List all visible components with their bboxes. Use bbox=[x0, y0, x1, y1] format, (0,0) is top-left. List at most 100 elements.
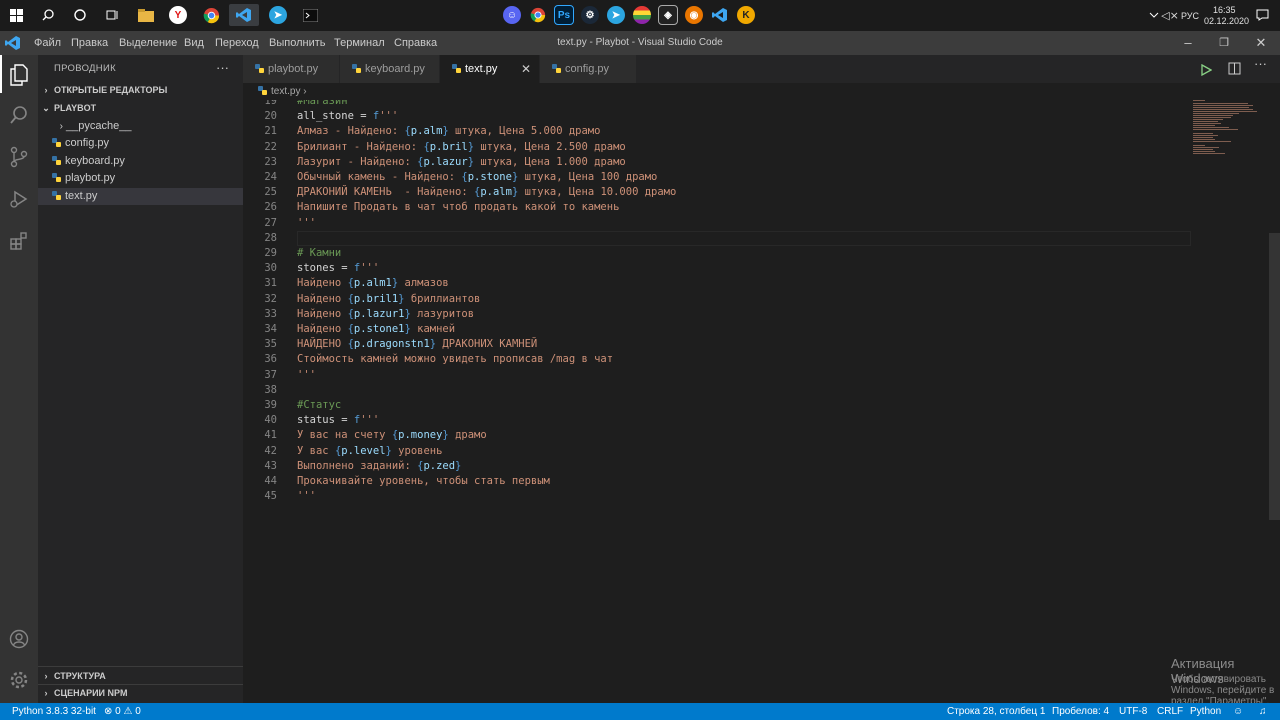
yandex-browser-icon[interactable]: Y bbox=[166, 4, 190, 26]
feedback-icon[interactable]: ☺ bbox=[1233, 703, 1243, 720]
python-interpreter[interactable]: Python 3.8.3 32-bit bbox=[12, 703, 96, 720]
menu-view[interactable]: Вид bbox=[179, 31, 209, 55]
menu-go[interactable]: Переход bbox=[210, 31, 264, 55]
search-icon[interactable] bbox=[36, 4, 60, 26]
menu-selection[interactable]: Выделение bbox=[114, 31, 182, 55]
tab-label: text.py bbox=[465, 63, 498, 75]
maximize-button[interactable]: ❐ bbox=[1207, 31, 1241, 55]
volume-icon[interactable]: ◁× bbox=[1158, 4, 1182, 26]
line-number: 38 bbox=[264, 383, 277, 396]
tree-file-text[interactable]: text.py bbox=[38, 188, 243, 205]
menu-file[interactable]: Файл bbox=[29, 31, 66, 55]
tree-folder-pycache[interactable]: › __pycache__ bbox=[38, 118, 243, 135]
vscode-taskbar-icon[interactable] bbox=[229, 4, 259, 26]
more-actions-icon[interactable]: ··· bbox=[216, 55, 229, 81]
line-number: 33 bbox=[264, 307, 277, 320]
code-text: Прокачивайте уровень, чтобы стать первым bbox=[297, 475, 550, 487]
vertical-scrollbar[interactable] bbox=[1269, 233, 1280, 520]
language-mode[interactable]: Python bbox=[1190, 703, 1221, 720]
telegram-tray-icon[interactable]: ➤ bbox=[604, 4, 628, 26]
task-view-icon[interactable] bbox=[100, 4, 124, 26]
tree-file-keyboard[interactable]: keyboard.py bbox=[38, 153, 243, 170]
clock-time[interactable]: 16:35 bbox=[1213, 5, 1236, 15]
code-text: ДРАКОНИЙ КАМЕНЬ - Найдено: {p.alm} штука… bbox=[297, 186, 677, 199]
code-text: У вас на счету {p.money} драмо bbox=[297, 429, 487, 442]
tab-label: playbot.py bbox=[268, 63, 319, 75]
close-window-button[interactable]: ✕ bbox=[1244, 31, 1278, 55]
warning-count: 0 bbox=[135, 706, 141, 717]
minimize-button[interactable]: – bbox=[1171, 31, 1205, 55]
tab-config[interactable]: config.py bbox=[540, 55, 637, 83]
file-explorer-icon[interactable] bbox=[134, 4, 158, 26]
code-text: Найдено {p.bril1} бриллиантов bbox=[297, 292, 481, 305]
menu-terminal[interactable]: Терминал bbox=[329, 31, 390, 55]
vscode-tray-icon[interactable] bbox=[708, 4, 732, 26]
breadcrumb-file[interactable]: text.py bbox=[271, 86, 300, 97]
activity-bar bbox=[0, 55, 38, 703]
menu-edit[interactable]: Правка bbox=[66, 31, 113, 55]
run-debug-icon[interactable] bbox=[0, 179, 38, 219]
terminal-icon[interactable] bbox=[298, 4, 322, 26]
more-actions-icon[interactable]: ··· bbox=[1254, 56, 1267, 71]
clock-date[interactable]: 02.12.2020 bbox=[1204, 16, 1249, 26]
open-editors-section[interactable]: › ОТКРЫТЫЕ РЕДАКТОРЫ bbox=[38, 82, 243, 99]
photoshop-icon[interactable]: Ps bbox=[552, 4, 576, 26]
tab-text[interactable]: text.py ✕ bbox=[440, 55, 540, 83]
unity-icon[interactable]: ◈ bbox=[656, 4, 680, 26]
code-text: Алмаз - Найдено: {p.alm} штука, Цена 5.0… bbox=[297, 125, 601, 138]
steam-icon[interactable]: ⚙ bbox=[578, 4, 602, 26]
line-endings[interactable]: CRLF bbox=[1157, 703, 1183, 720]
colorful-app-icon[interactable] bbox=[630, 4, 654, 26]
menu-help[interactable]: Справка bbox=[389, 31, 442, 55]
chrome-tray-icon[interactable] bbox=[526, 4, 550, 26]
outline-section[interactable]: › СТРУКТУРА bbox=[38, 668, 243, 685]
line-number: 23 bbox=[264, 155, 277, 168]
close-tab-icon[interactable]: ✕ bbox=[521, 55, 531, 83]
code-editor[interactable]: 19 #Магазин 20 all_stone = f''' 21 Алмаз - На… bbox=[243, 100, 1280, 703]
tree-item-label: keyboard.py bbox=[65, 155, 125, 167]
npm-scripts-section[interactable]: › СЦЕНАРИИ NPM bbox=[38, 685, 243, 702]
warning-icon: ⚠ bbox=[120, 706, 136, 717]
tab-keyboard[interactable]: keyboard.py bbox=[340, 55, 440, 83]
code-text: НАЙДЕНО {p.dragonstn1} ДРАКОНИХ КАМНЕЙ bbox=[297, 338, 538, 351]
breadcrumb: text.py › bbox=[243, 83, 1280, 100]
project-section[interactable]: ⌄ PLAYBOT bbox=[38, 100, 243, 117]
editor-tabs: playbot.py keyboard.py text.py ✕ config.p… bbox=[243, 55, 1280, 83]
line-number: 43 bbox=[264, 459, 277, 472]
python-file-icon bbox=[52, 173, 61, 182]
code-text: # Камни bbox=[297, 247, 342, 259]
counter-strike-icon[interactable]: K bbox=[734, 4, 758, 26]
tree-item-label: config.py bbox=[65, 137, 110, 149]
line-number: 20 bbox=[264, 110, 277, 123]
menu-run[interactable]: Выполнить bbox=[264, 31, 330, 55]
problems-indicator[interactable]: ⊗ 0 ⚠ 0 bbox=[104, 703, 141, 720]
source-control-icon[interactable] bbox=[0, 137, 38, 177]
cursor-position[interactable]: Строка 28, столбец 1 bbox=[947, 703, 1045, 720]
notifications-icon[interactable] bbox=[1250, 4, 1274, 26]
code-text: #Статус bbox=[297, 399, 342, 411]
settings-gear-icon[interactable] bbox=[0, 660, 38, 700]
chrome-icon[interactable] bbox=[199, 4, 223, 26]
explorer-icon[interactable] bbox=[0, 55, 38, 95]
tab-playbot[interactable]: playbot.py bbox=[243, 55, 340, 83]
windows-start-icon[interactable] bbox=[4, 4, 28, 26]
discord-icon[interactable]: ☺ bbox=[500, 4, 524, 26]
tree-file-config[interactable]: config.py bbox=[38, 135, 243, 152]
account-icon[interactable] bbox=[0, 619, 38, 659]
line-number: 36 bbox=[264, 353, 277, 366]
run-file-icon[interactable] bbox=[1201, 63, 1213, 81]
line-number: 45 bbox=[264, 490, 277, 503]
telegram-taskbar-icon[interactable]: ➤ bbox=[266, 4, 290, 26]
blender-icon[interactable]: ◉ bbox=[682, 4, 706, 26]
minimap[interactable] bbox=[1191, 100, 1271, 180]
file-encoding[interactable]: UTF-8 bbox=[1119, 703, 1147, 720]
language-indicator[interactable]: РУС bbox=[1181, 11, 1199, 21]
search-view-icon[interactable] bbox=[0, 95, 38, 135]
indentation[interactable]: Пробелов: 4 bbox=[1052, 703, 1109, 720]
split-editor-icon[interactable] bbox=[1228, 62, 1241, 80]
extensions-icon[interactable] bbox=[0, 221, 38, 261]
project-label: PLAYBOT bbox=[54, 103, 97, 113]
bell-icon[interactable]: ♫ bbox=[1259, 703, 1267, 720]
tree-file-playbot[interactable]: playbot.py bbox=[38, 170, 243, 187]
cortana-icon[interactable] bbox=[68, 4, 92, 26]
